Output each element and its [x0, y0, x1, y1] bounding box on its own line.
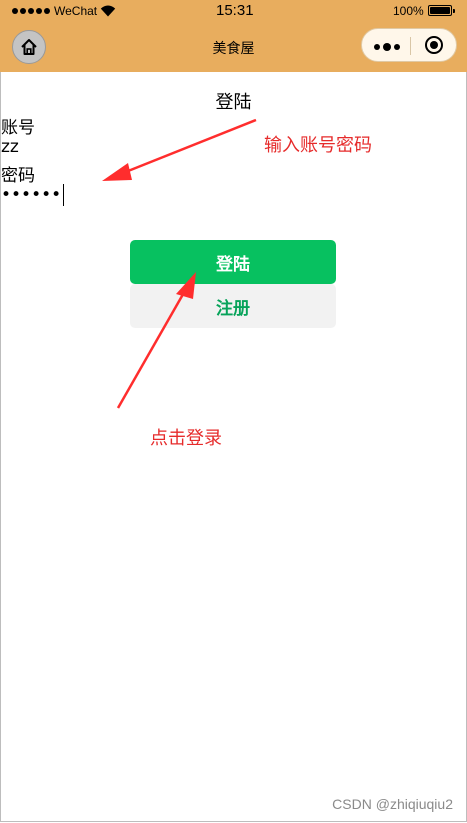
- more-icon[interactable]: [374, 43, 400, 51]
- status-bar: WeChat 15:31 100%: [0, 0, 467, 24]
- watermark: CSDN @zhiqiuqiu2: [332, 796, 453, 812]
- status-time: 15:31: [216, 2, 254, 19]
- page-title: 登陆: [215, 92, 252, 113]
- text-caret: [63, 184, 65, 206]
- annotation-input-hint: 输入账号密码: [264, 135, 372, 156]
- capsule-divider: [410, 37, 411, 55]
- wifi-icon: [100, 5, 116, 17]
- annotation-click-hint: 点击登录: [150, 428, 222, 449]
- password-input[interactable]: ••••••: [1, 184, 65, 206]
- login-button[interactable]: 登陆: [130, 240, 336, 284]
- account-label: 账号: [1, 118, 35, 138]
- phone-frame: [0, 0, 467, 822]
- carrier-name: WeChat: [54, 4, 98, 18]
- battery-percent: 100%: [393, 4, 424, 18]
- miniprogram-capsule: [361, 28, 457, 62]
- close-miniprogram-icon[interactable]: [425, 36, 443, 54]
- signal-icon: [12, 8, 50, 14]
- account-input[interactable]: zz: [1, 137, 19, 157]
- battery-icon: [428, 5, 455, 16]
- password-dots: ••••••: [1, 185, 62, 205]
- top-bar: WeChat 15:31 100% 美食屋: [0, 0, 467, 72]
- register-button[interactable]: 注册: [130, 284, 336, 328]
- password-label: 密码: [1, 166, 35, 186]
